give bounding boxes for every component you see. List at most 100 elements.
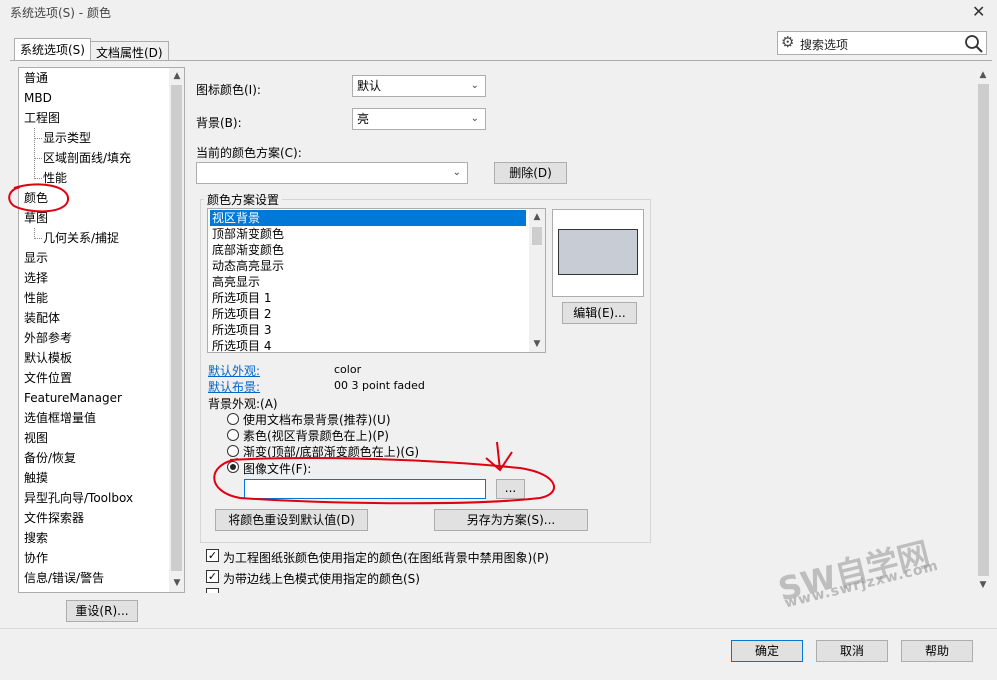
tree-item-spin-box-increments[interactable]: 选值框增量值 — [24, 408, 96, 428]
scroll-up-icon[interactable]: ▲ — [529, 209, 545, 225]
cancel-button[interactable]: 取消 — [816, 640, 888, 662]
tree-connector — [34, 238, 42, 239]
tree-item-file-explorer[interactable]: 文件探索器 — [24, 508, 84, 528]
tree-item-drawings[interactable]: 工程图 — [24, 108, 60, 128]
tree-item-assemblies[interactable]: 装配体 — [24, 308, 60, 328]
color-preview — [552, 209, 644, 297]
radio-image-file-label[interactable]: 图像文件(F): — [243, 460, 311, 477]
tree-item-general[interactable]: 普通 — [24, 68, 48, 88]
color-scheme-list[interactable]: 视区背景 顶部渐变颜色 底部渐变颜色 动态高亮显示 高亮显示 所选项目 1 所选… — [207, 208, 546, 353]
radio-gradient-label[interactable]: 渐变(顶部/底部渐变颜色在上)(G) — [243, 443, 419, 460]
checkbox-shaded-edges-color-label[interactable]: 为带边线上色模式使用指定的颜色(S) — [223, 570, 420, 587]
list-item-viewport-background[interactable]: 视区背景 — [210, 210, 526, 226]
background-select[interactable]: 亮 ⌄ — [352, 108, 486, 130]
tree-item-file-locations[interactable]: 文件位置 — [24, 368, 72, 388]
window-title: 系统选项(S) - 颜色 — [10, 6, 111, 20]
tree-connector — [34, 138, 42, 139]
tree-item-external-references[interactable]: 外部参考 — [24, 328, 72, 348]
tree-connector — [34, 158, 42, 159]
reset-colors-default-button[interactable]: 将颜色重设到默认值(D) — [215, 509, 368, 531]
scroll-down-icon[interactable]: ▼ — [975, 577, 991, 593]
tree-item-featuremanager[interactable]: FeatureManager — [24, 388, 122, 408]
default-scene-link[interactable]: 默认布景: — [208, 378, 260, 395]
tree-scrollbar[interactable]: ▲ ▼ — [169, 68, 184, 592]
tree-item-collaboration[interactable]: 协作 — [24, 548, 48, 568]
radio-plain[interactable] — [227, 429, 239, 441]
ok-button[interactable]: 确定 — [731, 640, 803, 662]
list-item-top-gradient[interactable]: 顶部渐变颜色 — [210, 226, 284, 242]
current-scheme-select[interactable]: ⌄ — [196, 162, 468, 184]
tree-item-messages-errors[interactable]: 信息/错误/警告 — [24, 568, 104, 588]
default-scene-value: 00 3 point faded — [334, 379, 425, 392]
radio-plain-label[interactable]: 素色(视区背景颜色在上)(P) — [243, 427, 389, 444]
list-item-highlight[interactable]: 高亮显示 — [210, 274, 260, 290]
tree-scroll-thumb[interactable] — [171, 85, 182, 571]
delete-scheme-button[interactable]: 删除(D) — [494, 162, 567, 184]
main-scroll-thumb[interactable] — [978, 84, 989, 576]
tree-item-view[interactable]: 视图 — [24, 428, 48, 448]
tree-item-display-style[interactable]: 显示类型 — [43, 128, 91, 148]
tree-item-drawing-performance[interactable]: 性能 — [43, 168, 67, 188]
checkbox-drawing-sheet-color[interactable]: ✓ — [206, 549, 219, 562]
scroll-up-icon[interactable]: ▲ — [169, 68, 185, 84]
radio-gradient[interactable] — [227, 445, 239, 457]
list-item-bottom-gradient[interactable]: 底部渐变颜色 — [210, 242, 284, 258]
checkbox-drawing-sheet-color-label[interactable]: 为工程图纸张颜色使用指定的颜色(在图纸背景中禁用图象)(P) — [223, 549, 549, 566]
tree-item-sketch[interactable]: 草图 — [24, 208, 48, 228]
list-item-selected-2[interactable]: 所选项目 2 — [210, 306, 271, 322]
scroll-down-icon[interactable]: ▼ — [529, 336, 545, 352]
background-value: 亮 — [357, 112, 370, 126]
tree-item-relations-snaps[interactable]: 几何关系/捕捉 — [43, 228, 119, 248]
default-appearance-value: color — [334, 363, 362, 376]
chevron-down-icon: ⌄ — [452, 167, 461, 178]
tree-item-mbd[interactable]: MBD — [24, 88, 52, 108]
icon-color-label: 图标颜色(I): — [196, 83, 261, 97]
list-item-selected-4[interactable]: 所选项目 4 — [210, 338, 271, 354]
current-scheme-label: 当前的颜色方案(C): — [196, 146, 302, 160]
tree-item-colors[interactable]: 颜色 — [24, 188, 48, 208]
color-scheme-settings-title: 颜色方案设置 — [204, 191, 283, 208]
tree-item-backup-recover[interactable]: 备份/恢复 — [24, 448, 76, 468]
tree-item-touch[interactable]: 触摸 — [24, 468, 48, 488]
list-item-selected-3[interactable]: 所选项目 3 — [210, 322, 271, 338]
tree-item-search[interactable]: 搜索 — [24, 528, 48, 548]
tab-document-properties[interactable]: 文档属性(D) — [90, 41, 169, 61]
reset-button[interactable]: 重设(R)... — [66, 600, 138, 622]
search-icon[interactable] — [964, 34, 984, 54]
close-icon[interactable]: ✕ — [972, 2, 985, 21]
radio-image-file[interactable] — [227, 461, 239, 473]
radio-document-scene[interactable] — [227, 413, 239, 425]
tab-system-options[interactable]: 系统选项(S) — [14, 38, 91, 60]
save-as-scheme-button[interactable]: 另存为方案(S)... — [434, 509, 588, 531]
browse-button[interactable]: ... — [496, 479, 525, 499]
image-file-path-input[interactable] — [244, 479, 486, 499]
gear-icon: ⚙ — [781, 33, 795, 51]
tree-item-default-templates[interactable]: 默认模板 — [24, 348, 72, 368]
tree-connector — [34, 178, 42, 179]
options-tree[interactable]: 普通 MBD 工程图 显示类型 区域剖面线/填充 性能 颜色 草图 几何关系/捕… — [18, 67, 185, 593]
icon-color-value: 默认 — [357, 79, 382, 93]
tree-item-selection[interactable]: 选择 — [24, 268, 48, 288]
radio-document-scene-label[interactable]: 使用文档布景背景(推荐)(U) — [243, 411, 391, 428]
tree-item-hole-wizard-toolbox[interactable]: 异型孔向导/Toolbox — [24, 488, 133, 508]
scheme-list-scrollbar[interactable]: ▲ ▼ — [529, 209, 545, 352]
checkbox-shaded-edges-color[interactable]: ✓ — [206, 570, 219, 583]
chevron-down-icon: ⌄ — [470, 80, 479, 91]
tree-item-display[interactable]: 显示 — [24, 248, 48, 268]
list-item-selected-1[interactable]: 所选项目 1 — [210, 290, 271, 306]
main-scrollbar[interactable]: ▲ ▼ — [975, 67, 992, 593]
edit-color-button[interactable]: 编辑(E)... — [562, 302, 637, 324]
search-input[interactable]: 搜索选项 — [800, 36, 848, 53]
default-appearance-link[interactable]: 默认外观: — [208, 362, 260, 379]
tree-item-area-hatch[interactable]: 区域剖面线/填充 — [43, 148, 131, 168]
scroll-up-icon[interactable]: ▲ — [975, 67, 991, 83]
tree-item-performance[interactable]: 性能 — [24, 288, 48, 308]
scheme-list-scroll-thumb[interactable] — [532, 227, 542, 245]
help-button[interactable]: 帮助 — [901, 640, 973, 662]
checkbox-clipped[interactable] — [206, 588, 219, 593]
list-item-dynamic-highlight[interactable]: 动态高亮显示 — [210, 258, 284, 274]
search-box[interactable]: ⚙ 搜索选项 — [777, 31, 987, 55]
scroll-down-icon[interactable]: ▼ — [169, 575, 185, 591]
icon-color-select[interactable]: 默认 ⌄ — [352, 75, 486, 97]
tree-connector — [34, 128, 35, 179]
